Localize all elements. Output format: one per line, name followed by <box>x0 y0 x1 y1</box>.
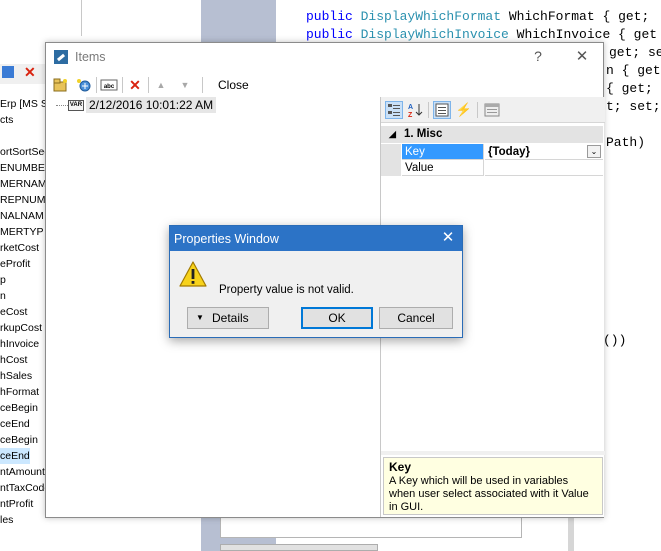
new-variable-icon[interactable] <box>75 76 93 94</box>
background-tree-item[interactable]: hInvoice <box>0 336 39 352</box>
categorized-icon[interactable] <box>385 101 403 119</box>
dialog-message: Property value is not valid. <box>219 284 354 296</box>
category-label: 1. Misc <box>404 128 443 140</box>
background-tree-item[interactable]: REPNUM <box>0 192 46 208</box>
toolbar-separator <box>202 77 203 93</box>
svg-text:Z: Z <box>408 112 413 118</box>
svg-text:abc: abc <box>104 84 115 90</box>
background-tree-item[interactable]: ortSortSeq <box>0 144 50 160</box>
background-tree-item[interactable]: n <box>0 288 6 304</box>
property-row-value[interactable]: Value <box>381 160 603 176</box>
background-left-toolbar: ✕ <box>0 64 46 84</box>
background-code-line: ()) <box>603 333 627 348</box>
background-code-line: { get; s <box>606 81 661 96</box>
properties-window-dialog: Properties Window ✕ Property value is no… <box>169 225 463 338</box>
property-description: Key A Key which will be used in variable… <box>383 457 603 515</box>
variable-icon: VAR <box>68 100 84 111</box>
background-tree-item[interactable]: eCost <box>0 304 27 320</box>
background-tree-item[interactable]: hCost <box>0 352 27 368</box>
background-tree-item[interactable]: p <box>0 272 6 288</box>
items-window-title: Items <box>75 50 106 64</box>
background-tree-item[interactable]: ceBegin <box>0 400 38 416</box>
items-titlebar: Items ? ✕ <box>46 43 603 73</box>
background-tree-item[interactable]: rketCost <box>0 240 39 256</box>
properties-icon[interactable] <box>433 101 451 119</box>
background-tree-item[interactable]: les <box>0 512 13 528</box>
dialog-title: Properties Window <box>174 232 279 246</box>
close-window-button[interactable]: ✕ <box>572 46 592 68</box>
background-button <box>220 544 378 551</box>
dialog-titlebar: Properties Window ✕ <box>170 226 462 251</box>
property-name[interactable]: Key <box>402 144 484 160</box>
background-tree-item[interactable]: hFormat <box>0 384 39 400</box>
background-code-line: n { get; <box>606 63 661 78</box>
property-category[interactable]: ◢ 1. Misc <box>381 126 603 143</box>
toolbar-separator <box>122 77 123 93</box>
background-code-line: public DisplayWhichFormat WhichFormat { … <box>306 9 650 24</box>
background-tree-item[interactable]: ceEnd <box>0 448 30 464</box>
warning-icon <box>178 260 208 288</box>
description-title: Key <box>389 460 412 474</box>
background-tree-item[interactable]: ntTaxCode <box>0 480 50 496</box>
items-toolbar: abc ✕ ▲ ▼ Close <box>46 73 603 97</box>
app-icon <box>54 50 68 64</box>
description-text: A Key which will be used in variables wh… <box>389 475 589 513</box>
cancel-button[interactable]: Cancel <box>379 307 453 329</box>
toolbar-separator <box>428 102 429 118</box>
background-tree-item[interactable]: ntProfit <box>0 496 33 512</box>
details-label: Details <box>212 311 249 325</box>
row-gutter <box>381 160 401 176</box>
background-tree-item[interactable]: ceEnd <box>0 416 30 432</box>
property-name[interactable]: Value <box>402 160 484 176</box>
background-code-line: get; se <box>609 45 661 60</box>
background-strip <box>568 516 574 551</box>
background-tree-item[interactable]: NALNAM <box>0 208 44 224</box>
background-code-line: t; set; <box>606 99 661 114</box>
row-gutter <box>381 144 401 160</box>
property-value-input[interactable]: {Today} <box>485 144 603 160</box>
background-left-top-panel <box>0 0 82 36</box>
move-up-icon[interactable]: ▲ <box>152 76 170 94</box>
background-tree-item[interactable]: ceBegin <box>0 432 38 448</box>
chevron-down-icon[interactable]: ⌄ <box>587 145 601 158</box>
background-tree-item[interactable]: hSales <box>0 368 32 384</box>
background-tree-item[interactable]: rkupCost <box>0 320 42 336</box>
dialog-close-button[interactable]: ✕ <box>438 228 458 248</box>
background-tree-item[interactable]: ENUMBE <box>0 160 45 176</box>
new-item-icon[interactable] <box>52 76 70 94</box>
toolbar-separator <box>477 102 478 118</box>
collapse-icon[interactable]: ◢ <box>389 126 396 143</box>
expand-icon: ▼ <box>196 313 204 322</box>
background-tree-item[interactable]: ntAmounts <box>0 464 50 480</box>
help-button[interactable]: ? <box>530 48 546 66</box>
property-grid-toolbar: AZ ⚡ <box>381 97 605 123</box>
rename-icon[interactable]: abc <box>100 76 118 94</box>
background-code-line: Path) <box>606 135 646 150</box>
background-tree-item[interactable]: MERTYP <box>0 224 44 240</box>
property-value-input[interactable] <box>485 160 603 176</box>
toolbar-separator <box>148 77 149 93</box>
background-panel <box>220 516 522 538</box>
property-row-key[interactable]: Key {Today} ⌄ <box>381 144 603 160</box>
tree-connector <box>56 105 68 106</box>
property-pages-icon[interactable] <box>483 101 501 119</box>
svg-text:A: A <box>408 104 413 111</box>
splitter[interactable] <box>381 451 605 455</box>
tree-node[interactable]: 2/12/2016 10:01:22 AM <box>86 97 217 113</box>
background-tree-item[interactable]: MERNAM <box>0 176 47 192</box>
move-down-icon[interactable]: ▼ <box>176 76 194 94</box>
delete-icon[interactable]: ✕ <box>24 64 36 81</box>
delete-icon[interactable]: ✕ <box>126 76 144 94</box>
events-icon[interactable]: ⚡ <box>455 101 473 119</box>
edit-icon[interactable] <box>2 66 14 78</box>
background-tree-item[interactable]: Erp [MS S <box>0 96 48 112</box>
background-tree-item[interactable]: eProfit <box>0 256 30 272</box>
alphabetical-icon[interactable]: AZ <box>406 101 424 119</box>
details-button[interactable]: ▼ Details <box>187 307 269 329</box>
toolbar-separator <box>96 77 97 93</box>
background-tree-item[interactable]: cts <box>0 112 13 128</box>
ok-button[interactable]: OK <box>301 307 373 329</box>
toolbar-close-button[interactable]: Close <box>218 78 249 92</box>
